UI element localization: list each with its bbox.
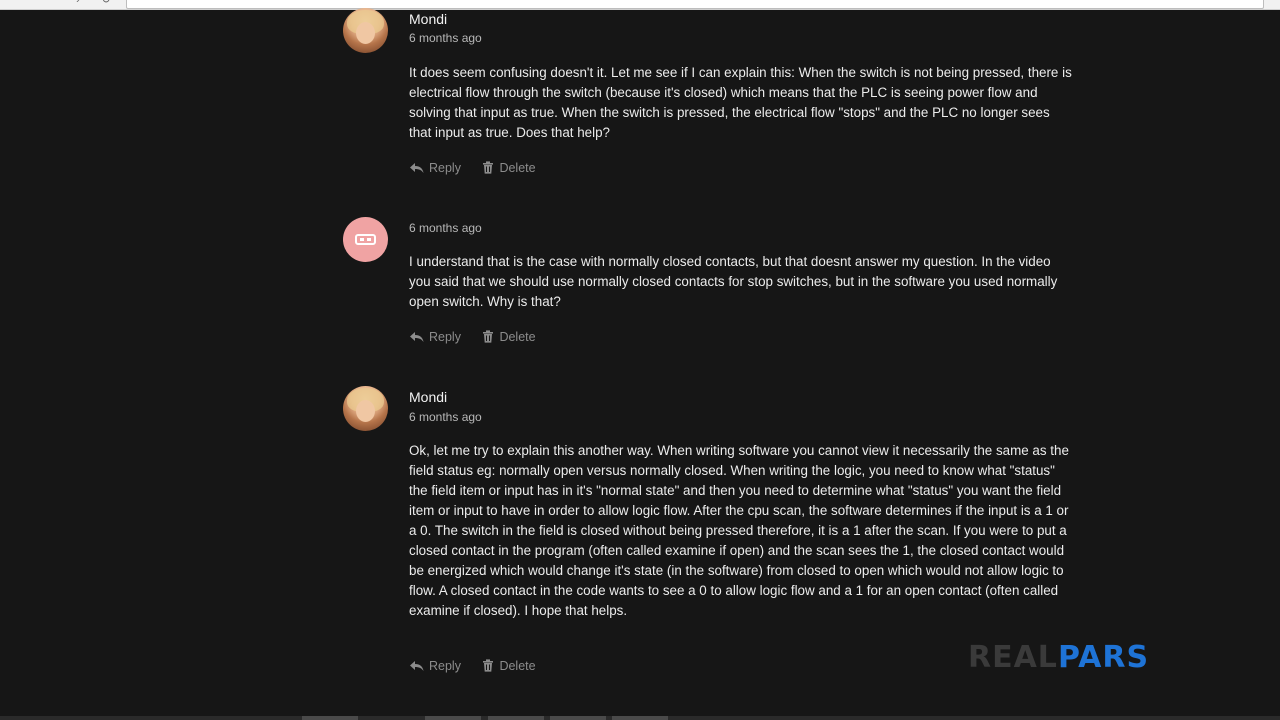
taskbar xyxy=(0,716,1280,720)
avatar-face xyxy=(356,22,375,44)
logo-part-pars: PARS xyxy=(1057,640,1150,675)
reply-icon xyxy=(410,163,424,173)
reply-button[interactable]: Reply xyxy=(409,658,461,674)
logo-part-real: REAL xyxy=(968,640,1058,675)
avatar-face xyxy=(356,400,375,422)
comment-timestamp: 6 months ago xyxy=(409,221,482,235)
default-avatar-icon xyxy=(355,234,376,245)
taskbar-item[interactable] xyxy=(612,716,668,720)
comment-timestamp: 6 months ago xyxy=(409,410,482,424)
reply-label: Reply xyxy=(429,330,461,344)
avatar[interactable] xyxy=(343,8,388,53)
taskbar-item[interactable] xyxy=(302,716,358,720)
comment-body: I understand that is the case with norma… xyxy=(409,254,1058,309)
reply-label: Reply xyxy=(429,161,461,175)
reply-icon xyxy=(410,661,424,671)
reply-label: Reply xyxy=(429,659,461,673)
delete-label: Delete xyxy=(499,330,536,344)
realpars-watermark-logo: REALPARS xyxy=(968,643,1149,673)
delete-button[interactable]: Delete xyxy=(482,160,536,176)
comment-timestamp: 6 months ago xyxy=(409,31,482,45)
reply-button[interactable]: Reply xyxy=(409,160,461,176)
taskbar-item[interactable] xyxy=(550,716,606,720)
avatar[interactable] xyxy=(343,217,388,262)
delete-button[interactable]: Delete xyxy=(482,658,536,674)
trash-icon xyxy=(483,659,494,672)
trash-icon xyxy=(483,161,494,174)
comment-body: Ok, let me try to explain this another w… xyxy=(409,443,1069,618)
delete-button[interactable]: Delete xyxy=(482,329,536,345)
reply-button[interactable]: Reply xyxy=(409,329,461,345)
taskbar-item[interactable] xyxy=(488,716,544,720)
avatar[interactable] xyxy=(343,386,388,431)
trash-icon xyxy=(483,330,494,343)
delete-label: Delete xyxy=(499,161,536,175)
comment-body: It does seem confusing doesn't it. Let m… xyxy=(409,65,1072,140)
reply-icon xyxy=(410,332,424,342)
comments-list: Mondi 6 months ago It does seem confusin… xyxy=(0,0,1280,720)
comment-author[interactable]: Mondi xyxy=(409,389,447,405)
taskbar-item[interactable] xyxy=(425,716,481,720)
comment-actions: Reply Delete xyxy=(409,160,554,176)
comment-author[interactable]: Mondi xyxy=(409,11,447,27)
comment-actions: Reply Delete xyxy=(409,329,554,345)
comment-actions: Reply Delete xyxy=(409,658,554,674)
delete-label: Delete xyxy=(499,659,536,673)
